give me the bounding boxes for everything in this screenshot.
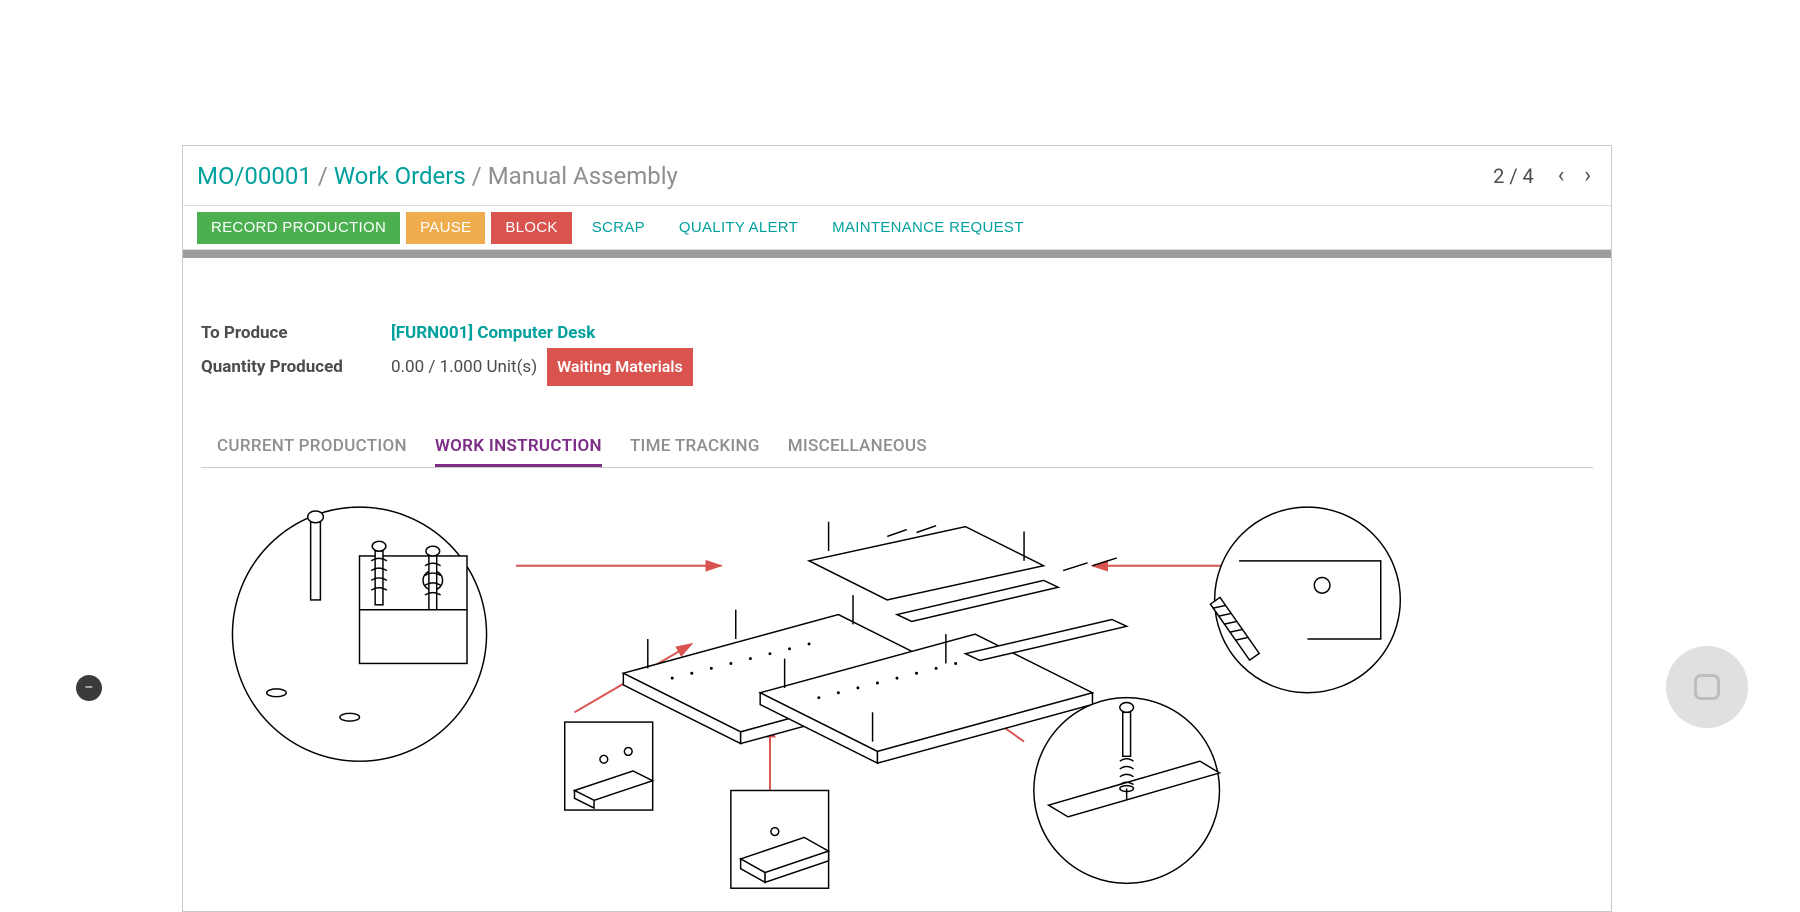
dash-icon: –	[84, 680, 93, 696]
scrap-button[interactable]: SCRAP	[578, 212, 659, 244]
breadcrumb-root[interactable]: MO/00001	[197, 162, 312, 190]
assembly-diagram-svg	[201, 468, 1593, 898]
pause-button[interactable]: PAUSE	[406, 212, 485, 244]
quality-alert-button[interactable]: QUALITY ALERT	[665, 212, 812, 244]
product-link[interactable]: [FURN001] Computer Desk	[391, 318, 595, 348]
toolbar-divider	[183, 250, 1611, 258]
panel-header: MO/00001 / Work Orders / Manual Assembly…	[183, 146, 1611, 206]
pager-count: 2 / 4	[1493, 164, 1534, 188]
tab-current-production[interactable]: CURRENT PRODUCTION	[217, 430, 407, 467]
tabs: CURRENT PRODUCTION WORK INSTRUCTION TIME…	[201, 430, 1593, 468]
maintenance-request-button[interactable]: MAINTENANCE REQUEST	[818, 212, 1038, 244]
tab-miscellaneous[interactable]: MISCELLANEOUS	[788, 430, 927, 467]
breadcrumb-work-orders[interactable]: Work Orders	[334, 162, 466, 190]
work-order-panel: MO/00001 / Work Orders / Manual Assembly…	[182, 145, 1612, 912]
tab-time-tracking[interactable]: TIME TRACKING	[630, 430, 760, 467]
viewport: MO/00001 / Work Orders / Manual Assembly…	[0, 0, 1800, 912]
block-button[interactable]: BLOCK	[491, 212, 571, 244]
work-instruction-diagram	[201, 468, 1593, 898]
breadcrumb-sep-2: /	[472, 162, 482, 190]
qty-produced-value: 0.00 / 1.000 Unit(s)	[391, 352, 537, 382]
details-section: To Produce [FURN001] Computer Desk Quant…	[183, 258, 1611, 912]
pager-prev-icon[interactable]: ‹	[1552, 159, 1571, 192]
field-qty-produced: Quantity Produced 0.00 / 1.000 Unit(s) W…	[201, 348, 1593, 386]
status-badge: Waiting Materials	[547, 348, 693, 386]
pager-next-icon[interactable]: ›	[1578, 159, 1597, 192]
tab-work-instruction[interactable]: WORK INSTRUCTION	[435, 430, 602, 467]
breadcrumb-sep-1: /	[318, 162, 328, 190]
home-button[interactable]	[1666, 646, 1748, 728]
toolbar: RECORD PRODUCTION PAUSE BLOCK SCRAP QUAL…	[183, 206, 1611, 250]
record-production-button[interactable]: RECORD PRODUCTION	[197, 212, 400, 244]
float-left-button[interactable]: –	[76, 675, 102, 701]
field-to-produce: To Produce [FURN001] Computer Desk	[201, 318, 1593, 348]
pager: 2 / 4 ‹ ›	[1493, 159, 1597, 192]
qty-produced-label: Quantity Produced	[201, 352, 391, 382]
to-produce-label: To Produce	[201, 318, 391, 348]
breadcrumb-current: Manual Assembly	[488, 162, 678, 190]
home-icon	[1694, 674, 1720, 700]
